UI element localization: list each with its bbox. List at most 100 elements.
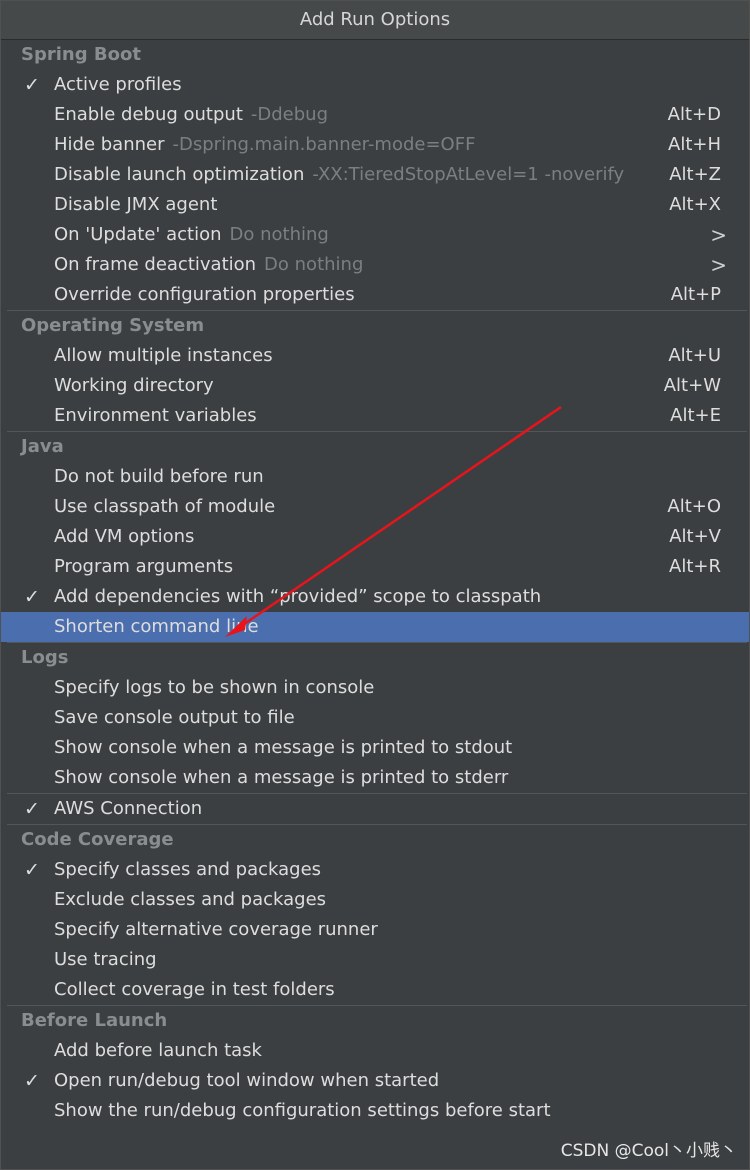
option-label: Show the run/debug configuration setting… bbox=[54, 1100, 551, 1121]
option-item[interactable]: Add VM options Alt+V bbox=[7, 522, 747, 552]
option-label: Environment variables bbox=[54, 405, 257, 426]
option-item[interactable]: Hide banner -Dspring.main.banner-mode=OFF… bbox=[7, 130, 747, 160]
option-item[interactable]: Enable debug output -Ddebug Alt+D bbox=[7, 100, 747, 130]
watermark: CSDN @Cool丶小贱丶 bbox=[560, 1141, 737, 1161]
option-label: Working directory bbox=[54, 375, 214, 396]
option-hint: -XX:TieredStopAtLevel=1 -noverify bbox=[312, 164, 625, 185]
option-item[interactable]: Specify logs to be shown in console bbox=[7, 673, 747, 703]
checkmark-icon: ✓ bbox=[24, 859, 40, 881]
option-label: Open run/debug tool window when started bbox=[54, 1070, 440, 1091]
option-item[interactable]: ✓ Add dependencies with “provided” scope … bbox=[7, 582, 747, 612]
option-item[interactable]: Use tracing bbox=[7, 945, 747, 975]
option-item[interactable]: ✓ Specify classes and packages bbox=[7, 855, 747, 885]
chevron-right-icon: > bbox=[710, 223, 727, 247]
option-item[interactable]: Show console when a message is printed t… bbox=[7, 763, 747, 793]
option-shortcut: Alt+D bbox=[667, 104, 721, 125]
option-item[interactable]: Program arguments Alt+R bbox=[7, 552, 747, 582]
option-label: Override configuration properties bbox=[54, 284, 355, 305]
checkmark-icon: ✓ bbox=[24, 1070, 40, 1092]
option-label: AWS Connection bbox=[54, 798, 203, 819]
option-item[interactable]: ✓ AWS Connection bbox=[7, 794, 747, 824]
group-operating-system: Operating System Allow multiple instances… bbox=[7, 311, 747, 432]
checkmark-icon: ✓ bbox=[24, 74, 40, 96]
option-shortcut: Alt+Z bbox=[669, 164, 721, 185]
group-code-coverage: Code Coverage ✓ Specify classes and packag… bbox=[7, 825, 747, 1006]
option-label: Disable launch optimization bbox=[54, 164, 305, 185]
checkmark-icon: ✓ bbox=[24, 798, 40, 820]
option-label: Add before launch task bbox=[54, 1040, 262, 1061]
group-logs: Logs Specify logs to be shown in console S… bbox=[7, 643, 747, 794]
option-item[interactable]: ✓ Active profiles bbox=[7, 70, 747, 100]
option-label: Specify classes and packages bbox=[54, 859, 322, 880]
option-item[interactable]: On 'Update' action Do nothing > bbox=[7, 220, 747, 250]
option-shortcut: Alt+R bbox=[669, 556, 721, 577]
group-header: Spring Boot bbox=[21, 44, 141, 65]
option-item[interactable]: Specify alternative coverage runner bbox=[7, 915, 747, 945]
option-shortcut: Alt+O bbox=[667, 496, 721, 517]
option-item[interactable]: Working directory Alt+W bbox=[7, 371, 747, 401]
option-label: Specify logs to be shown in console bbox=[54, 677, 375, 698]
option-label: Do not build before run bbox=[54, 466, 264, 487]
option-shortcut: Alt+U bbox=[668, 345, 721, 366]
option-item[interactable]: Allow multiple instances Alt+U bbox=[7, 341, 747, 371]
group-header: Logs bbox=[21, 647, 69, 668]
option-item[interactable]: Collect coverage in test folders bbox=[7, 975, 747, 1005]
group-header: Code Coverage bbox=[21, 829, 174, 850]
group-header: Java bbox=[21, 436, 64, 457]
option-label: On 'Update' action bbox=[54, 224, 222, 245]
option-shortcut: Alt+W bbox=[663, 375, 721, 396]
popup-title: Add Run Options bbox=[1, 1, 749, 40]
add-run-options-popup: Add Run Options Spring Boot ✓ Active profi… bbox=[0, 0, 750, 1170]
option-item[interactable]: Add before launch task bbox=[7, 1036, 747, 1066]
option-label: Add VM options bbox=[54, 526, 195, 547]
option-item[interactable]: Disable launch optimization -XX:TieredSto… bbox=[7, 160, 747, 190]
option-shortcut: Alt+V bbox=[669, 526, 721, 547]
group-java: Java Do not build before run Use classpath… bbox=[1, 432, 749, 643]
option-label: Disable JMX agent bbox=[54, 194, 218, 215]
option-hint: Do nothing bbox=[229, 224, 329, 245]
option-label: Specify alternative coverage runner bbox=[54, 919, 378, 940]
chevron-right-icon: > bbox=[710, 253, 727, 277]
option-item-selected[interactable]: Shorten command line bbox=[1, 612, 749, 642]
option-item[interactable]: Show the run/debug configuration setting… bbox=[7, 1096, 747, 1126]
option-item[interactable]: Disable JMX agent Alt+X bbox=[7, 190, 747, 220]
group-spring-boot: Spring Boot ✓ Active profiles Enable debug … bbox=[7, 40, 747, 311]
option-label: Hide banner bbox=[54, 134, 165, 155]
option-item[interactable]: Environment variables Alt+E bbox=[7, 401, 747, 431]
option-label: Save console output to file bbox=[54, 707, 295, 728]
group-header: Operating System bbox=[21, 315, 205, 336]
option-hint: Do nothing bbox=[264, 254, 364, 275]
group-before-launch: Before Launch Add before launch task ✓ Open… bbox=[7, 1006, 747, 1126]
option-item[interactable]: Save console output to file bbox=[7, 703, 747, 733]
options-list: Spring Boot ✓ Active profiles Enable debug … bbox=[1, 40, 749, 1126]
option-item[interactable]: On frame deactivation Do nothing > bbox=[7, 250, 747, 280]
option-label: Show console when a message is printed t… bbox=[54, 767, 509, 788]
option-item[interactable]: Exclude classes and packages bbox=[7, 885, 747, 915]
option-label: Enable debug output bbox=[54, 104, 243, 125]
option-label: Shorten command line bbox=[54, 616, 259, 637]
option-item[interactable]: Show console when a message is printed t… bbox=[7, 733, 747, 763]
option-item[interactable]: ✓ Open run/debug tool window when started bbox=[7, 1066, 747, 1096]
option-label: Use tracing bbox=[54, 949, 157, 970]
option-hint: -Dspring.main.banner-mode=OFF bbox=[172, 134, 476, 155]
option-item[interactable]: Do not build before run bbox=[7, 462, 747, 492]
option-shortcut: Alt+E bbox=[670, 405, 721, 426]
option-label: On frame deactivation bbox=[54, 254, 257, 275]
option-label: Exclude classes and packages bbox=[54, 889, 327, 910]
option-label: Use classpath of module bbox=[54, 496, 276, 517]
option-label: Program arguments bbox=[54, 556, 234, 577]
checkmark-icon: ✓ bbox=[24, 586, 40, 608]
option-label: Active profiles bbox=[54, 74, 182, 95]
option-item[interactable]: Override configuration properties Alt+P bbox=[7, 280, 747, 310]
option-item[interactable]: Use classpath of module Alt+O bbox=[7, 492, 747, 522]
group-aws: ✓ AWS Connection bbox=[7, 794, 747, 825]
option-label: Show console when a message is printed t… bbox=[54, 737, 513, 758]
option-shortcut: Alt+H bbox=[668, 134, 721, 155]
option-hint: -Ddebug bbox=[250, 104, 329, 125]
option-shortcut: Alt+P bbox=[670, 284, 721, 305]
option-shortcut: Alt+X bbox=[669, 194, 721, 215]
option-label: Collect coverage in test folders bbox=[54, 979, 335, 1000]
option-label: Add dependencies with “provided” scope t… bbox=[54, 586, 542, 607]
option-label: Allow multiple instances bbox=[54, 345, 273, 366]
group-header: Before Launch bbox=[21, 1010, 168, 1031]
